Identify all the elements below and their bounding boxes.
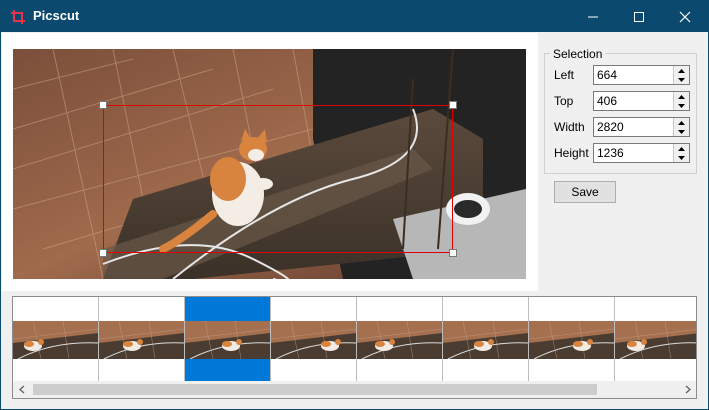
spin-down-icon[interactable] <box>674 127 689 136</box>
chevron-left-icon[interactable] <box>13 381 30 398</box>
minimize-icon <box>587 11 599 23</box>
spin-up-icon[interactable] <box>674 118 689 127</box>
window-title: Picscut <box>33 8 80 23</box>
top-field[interactable]: 406 <box>593 91 690 111</box>
width-value[interactable]: 2820 <box>597 120 624 134</box>
close-icon <box>679 11 691 23</box>
top-value[interactable]: 406 <box>597 94 617 108</box>
thumbnail-image <box>13 321 98 359</box>
thumbnail-item[interactable] <box>529 297 615 381</box>
resize-handle-bottom-left[interactable] <box>99 249 107 257</box>
cat-photo[interactable] <box>13 49 526 279</box>
maximize-button[interactable] <box>616 1 662 32</box>
top-label: Top <box>554 94 574 108</box>
left-spinner <box>673 66 689 84</box>
title-bar[interactable]: Picscut <box>1 1 708 32</box>
spin-up-icon[interactable] <box>674 144 689 153</box>
selection-group-label: Selection <box>550 47 606 61</box>
left-field[interactable]: 664 <box>593 65 690 85</box>
width-spinner <box>673 118 689 136</box>
width-label: Width <box>554 120 585 134</box>
top-spinner <box>673 92 689 110</box>
scrollbar-thumb[interactable] <box>33 384 597 395</box>
height-label: Height <box>554 146 589 160</box>
height-field[interactable]: 1236 <box>593 143 690 163</box>
minimize-button[interactable] <box>570 1 616 32</box>
thumbnail-item[interactable] <box>615 297 696 381</box>
thumbnail-item[interactable] <box>99 297 185 381</box>
spin-up-icon[interactable] <box>674 66 689 75</box>
thumbnail-item[interactable] <box>443 297 529 381</box>
thumbnail-item[interactable] <box>357 297 443 381</box>
thumbnail-strip <box>12 296 697 399</box>
selection-rectangle[interactable] <box>103 105 453 253</box>
height-value[interactable]: 1236 <box>597 146 624 160</box>
spin-down-icon[interactable] <box>674 75 689 84</box>
thumbnail-image <box>271 321 356 359</box>
resize-handle-top-left[interactable] <box>99 101 107 109</box>
spin-up-icon[interactable] <box>674 92 689 101</box>
horizontal-scrollbar[interactable] <box>13 381 696 398</box>
thumbnail-item[interactable] <box>271 297 357 381</box>
close-button[interactable] <box>662 1 708 32</box>
thumbnail-item[interactable] <box>13 297 99 381</box>
resize-handle-bottom-right[interactable] <box>449 249 457 257</box>
height-spinner <box>673 144 689 162</box>
thumbnail-image <box>357 321 442 359</box>
app-window: Picscut Selection Left 664 Top 406 Width… <box>0 0 709 410</box>
chevron-right-icon[interactable] <box>679 381 696 398</box>
width-field[interactable]: 2820 <box>593 117 690 137</box>
save-button[interactable]: Save <box>554 181 616 203</box>
left-value[interactable]: 664 <box>597 68 617 82</box>
thumbnail-image <box>185 321 270 359</box>
left-label: Left <box>554 68 575 82</box>
thumbnail-image <box>443 321 528 359</box>
maximize-icon <box>633 11 645 23</box>
spin-down-icon[interactable] <box>674 101 689 110</box>
spin-down-icon[interactable] <box>674 153 689 162</box>
resize-handle-top-right[interactable] <box>449 101 457 109</box>
thumbnail-image <box>615 321 696 359</box>
thumbnail-image <box>99 321 184 359</box>
thumbnail-image <box>529 321 614 359</box>
image-preview-panel <box>2 33 538 291</box>
crop-icon <box>10 9 26 25</box>
thumbnail-item[interactable] <box>185 297 271 381</box>
thumbnail-list <box>13 297 696 381</box>
